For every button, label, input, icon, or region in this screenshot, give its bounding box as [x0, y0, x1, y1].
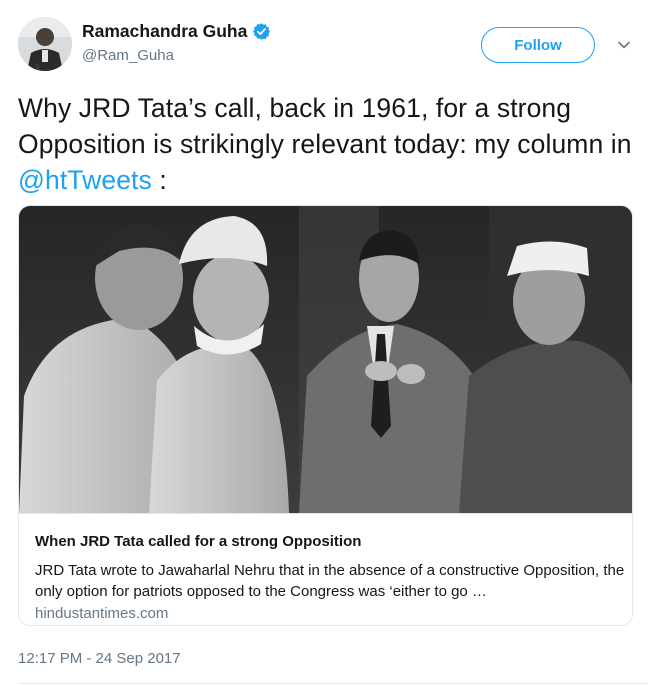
avatar-image — [18, 17, 72, 71]
follow-button[interactable]: Follow — [481, 27, 595, 63]
chevron-down-icon[interactable] — [617, 38, 631, 52]
mention-link[interactable]: @htTweets — [18, 165, 152, 195]
link-card[interactable]: When JRD Tata called for a strong Opposi… — [18, 205, 633, 626]
tweet-text-end: : — [151, 165, 167, 195]
tweet: Ramachandra Guha @Ram_Guha Follow Why JR… — [0, 0, 660, 685]
author-name[interactable]: Ramachandra Guha — [82, 21, 247, 42]
card-domain: hindustantimes.com — [35, 605, 169, 622]
divider — [18, 683, 648, 684]
tweet-text: Why JRD Tata’s call, back in 1961, for a… — [18, 90, 648, 198]
card-image[interactable] — [19, 206, 633, 513]
tweet-timestamp[interactable]: 12:17 PM - 24 Sep 2017 — [18, 650, 181, 667]
author-handle[interactable]: @Ram_Guha — [82, 47, 174, 64]
card-description: JRD Tata wrote to Jawaharlal Nehru that … — [35, 562, 625, 600]
author-name-row[interactable]: Ramachandra Guha — [82, 21, 271, 42]
verified-badge-icon — [253, 23, 271, 40]
card-body[interactable]: When JRD Tata called for a strong Opposi… — [19, 513, 632, 625]
avatar[interactable] — [18, 17, 72, 71]
card-title: When JRD Tata called for a strong Opposi… — [35, 533, 362, 550]
tweet-text-body: Why JRD Tata’s call, back in 1961, for a… — [18, 93, 632, 159]
